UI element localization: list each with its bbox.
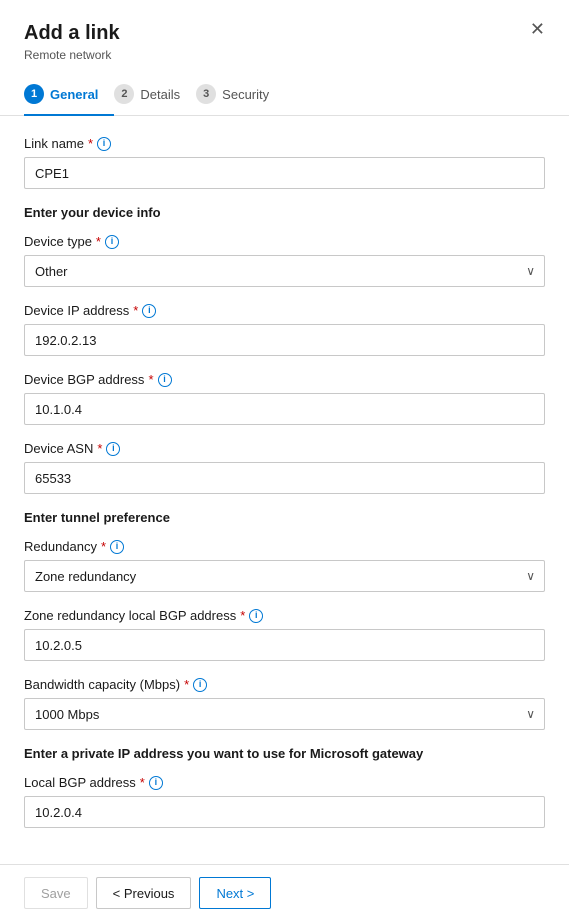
link-name-info-icon[interactable]: i [97,137,111,151]
local-bgp-label: Local BGP address * i [24,775,545,790]
redundancy-required: * [101,539,106,554]
device-type-select[interactable]: Other Cisco Juniper Palo Alto [24,255,545,287]
section2-header: Enter tunnel preference [24,510,545,525]
next-button[interactable]: Next > [199,877,271,909]
tab-general[interactable]: 1 General [24,76,114,116]
add-link-modal: Add a link Remote network ✕ 1 General 2 … [0,0,569,921]
modal-body: Link name * i Enter your device info Dev… [0,116,569,864]
device-asn-label: Device ASN * i [24,441,545,456]
local-bgp-required: * [140,775,145,790]
zone-bgp-label: Zone redundancy local BGP address * i [24,608,545,623]
device-ip-required: * [133,303,138,318]
tab-general-label: General [50,87,98,102]
zone-bgp-group: Zone redundancy local BGP address * i [24,608,545,661]
bandwidth-required: * [184,677,189,692]
device-asn-required: * [97,441,102,456]
redundancy-info-icon[interactable]: i [110,540,124,554]
device-asn-group: Device ASN * i [24,441,545,494]
bandwidth-label: Bandwidth capacity (Mbps) * i [24,677,545,692]
zone-bgp-required: * [240,608,245,623]
redundancy-select-wrapper: Zone redundancy No redundancy ∨ [24,560,545,592]
redundancy-group: Redundancy * i Zone redundancy No redund… [24,539,545,592]
bandwidth-group: Bandwidth capacity (Mbps) * i 500 Mbps 1… [24,677,545,730]
device-bgp-group: Device BGP address * i [24,372,545,425]
device-asn-input[interactable] [24,462,545,494]
device-ip-info-icon[interactable]: i [142,304,156,318]
tab-bar: 1 General 2 Details 3 Security [0,62,569,116]
device-type-select-wrapper: Other Cisco Juniper Palo Alto ∨ [24,255,545,287]
zone-bgp-info-icon[interactable]: i [249,609,263,623]
close-button[interactable]: ✕ [522,16,553,42]
bandwidth-select-wrapper: 500 Mbps 1000 Mbps 2000 Mbps ∨ [24,698,545,730]
device-bgp-input[interactable] [24,393,545,425]
local-bgp-group: Local BGP address * i [24,775,545,828]
device-bgp-info-icon[interactable]: i [158,373,172,387]
redundancy-label: Redundancy * i [24,539,545,554]
link-name-required: * [88,136,93,151]
device-asn-info-icon[interactable]: i [106,442,120,456]
bandwidth-select[interactable]: 500 Mbps 1000 Mbps 2000 Mbps [24,698,545,730]
modal-footer: Save < Previous Next > [0,864,569,921]
section3-header: Enter a private IP address you want to u… [24,746,545,761]
modal-title: Add a link [24,20,545,46]
section1-header: Enter your device info [24,205,545,220]
previous-button[interactable]: < Previous [96,877,192,909]
tab-security-label: Security [222,87,269,102]
tab-details-number: 2 [114,84,134,104]
tab-general-number: 1 [24,84,44,104]
device-type-label: Device type * i [24,234,545,249]
local-bgp-info-icon[interactable]: i [149,776,163,790]
tab-details[interactable]: 2 Details [114,76,196,116]
bandwidth-info-icon[interactable]: i [193,678,207,692]
device-ip-input[interactable] [24,324,545,356]
device-type-group: Device type * i Other Cisco Juniper Palo… [24,234,545,287]
tab-security-number: 3 [196,84,216,104]
tab-details-label: Details [140,87,180,102]
link-name-group: Link name * i [24,136,545,189]
tab-security[interactable]: 3 Security [196,76,285,116]
link-name-label: Link name * i [24,136,545,151]
local-bgp-input[interactable] [24,796,545,828]
zone-bgp-input[interactable] [24,629,545,661]
device-ip-label: Device IP address * i [24,303,545,318]
device-ip-group: Device IP address * i [24,303,545,356]
link-name-input[interactable] [24,157,545,189]
device-bgp-required: * [148,372,153,387]
redundancy-select[interactable]: Zone redundancy No redundancy [24,560,545,592]
modal-subtitle: Remote network [24,48,545,62]
device-type-info-icon[interactable]: i [105,235,119,249]
modal-header: Add a link Remote network ✕ [0,0,569,62]
device-bgp-label: Device BGP address * i [24,372,545,387]
device-type-required: * [96,234,101,249]
save-button[interactable]: Save [24,877,88,909]
